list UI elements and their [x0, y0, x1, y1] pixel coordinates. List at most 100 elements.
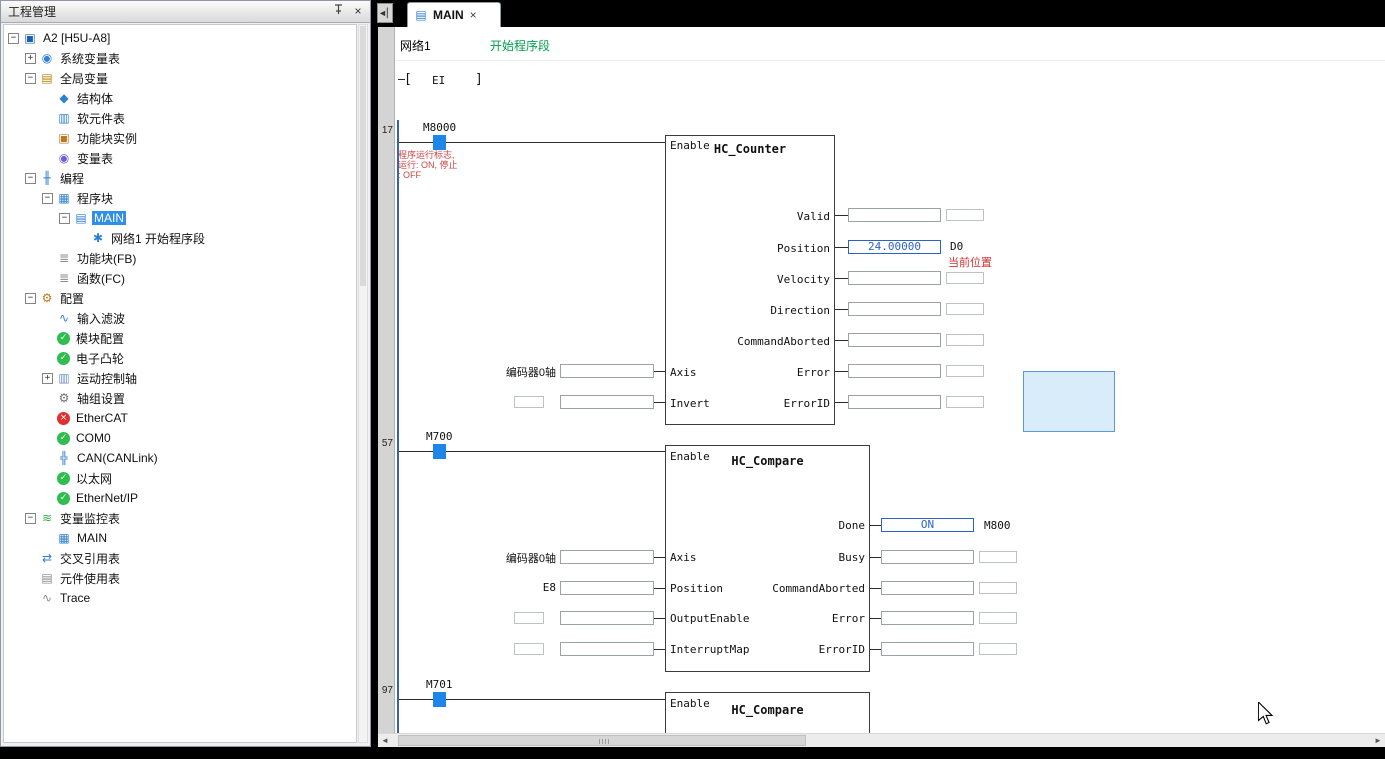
tree-item-label[interactable]: 变量表 — [75, 150, 115, 167]
tree-item-label[interactable]: 模块配置 — [74, 330, 126, 347]
hc-compare-block-2[interactable]: HC_Compare Enable — [665, 692, 870, 733]
ei-instruction[interactable]: EI — [432, 74, 445, 87]
position-operand[interactable]: E8 — [478, 581, 556, 594]
tree-item[interactable]: ×EtherCAT — [4, 408, 356, 428]
tree-item[interactable]: ▣功能块实例 — [4, 128, 356, 148]
axis-input-box[interactable] — [560, 550, 654, 564]
contact-m8000[interactable] — [433, 135, 446, 150]
tree-item-label[interactable]: COM0 — [74, 431, 113, 445]
collapse-expander-icon[interactable]: − — [25, 173, 36, 184]
axis-operand[interactable]: 编码器0轴 — [478, 364, 556, 380]
contact-m701[interactable] — [433, 692, 446, 707]
tree-item-label[interactable]: A2 [H5U-A8] — [41, 31, 112, 45]
tab-close-icon[interactable]: × — [470, 8, 477, 22]
position-input-box[interactable] — [560, 581, 654, 595]
tree-item-label[interactable]: CAN(CANLink) — [75, 451, 160, 465]
tree-item[interactable]: ⇄交叉引用表 — [4, 548, 356, 568]
network-comment[interactable]: 开始程序段 — [490, 37, 550, 54]
horizontal-scrollbar[interactable]: ◄ ► — [378, 733, 1385, 747]
tree-item-label[interactable]: 变量监控表 — [58, 510, 122, 527]
tab-label[interactable]: MAIN — [433, 8, 464, 22]
outputenable-operand-box[interactable] — [514, 612, 544, 624]
selection-box[interactable] — [1023, 371, 1115, 432]
invert-input-box[interactable] — [560, 395, 654, 409]
expand-expander-icon[interactable]: + — [25, 53, 36, 64]
tree-item[interactable]: ╬CAN(CANLink) — [4, 448, 356, 468]
tree-item[interactable]: −≋变量监控表 — [4, 508, 356, 528]
tree-item[interactable]: −▦程序块 — [4, 188, 356, 208]
errorid-value-box[interactable] — [848, 395, 941, 409]
valid-value-box[interactable] — [848, 208, 941, 222]
collapse-expander-icon[interactable]: − — [25, 293, 36, 304]
errorid-operand-box[interactable] — [979, 643, 1017, 655]
tree-item[interactable]: ▥软元件表 — [4, 108, 356, 128]
velocity-operand-box[interactable] — [946, 272, 984, 284]
axis-operand[interactable]: 编码器0轴 — [478, 550, 556, 566]
tree-item-label[interactable]: EtherNet/IP — [74, 491, 140, 505]
tree-item-label[interactable]: 输入滤波 — [75, 310, 127, 327]
position-value-box[interactable]: 24.00000 — [848, 240, 941, 254]
commandaborted-operand-box[interactable] — [946, 334, 984, 346]
direction-value-box[interactable] — [848, 302, 941, 316]
tree-item[interactable]: ✱网络1 开始程序段 — [4, 228, 356, 248]
tree-item[interactable]: ✓模块配置 — [4, 328, 356, 348]
outputenable-input-box[interactable] — [560, 611, 654, 625]
tree-item-label[interactable]: 以太网 — [74, 470, 114, 487]
tree-item[interactable]: −╫编程 — [4, 168, 356, 188]
tree-item[interactable]: −▤MAIN — [4, 208, 356, 228]
error-operand-box[interactable] — [946, 365, 984, 377]
error-operand-box[interactable] — [979, 612, 1017, 624]
expand-expander-icon[interactable]: + — [42, 373, 53, 384]
tree-item[interactable]: ✓COM0 — [4, 428, 356, 448]
commandaborted-operand-box[interactable] — [979, 582, 1017, 594]
collapse-panel-button[interactable]: ◄▏ — [377, 3, 393, 23]
tree-item[interactable]: ⚙轴组设置 — [4, 388, 356, 408]
tree-item-label[interactable]: 函数(FC) — [75, 270, 127, 287]
tree-item-label[interactable]: 程序块 — [75, 190, 115, 207]
collapse-expander-icon[interactable]: − — [25, 513, 36, 524]
collapse-expander-icon[interactable]: − — [42, 193, 53, 204]
contact-operand[interactable]: M8000 — [423, 121, 456, 134]
tree-item-label[interactable]: MAIN — [75, 531, 109, 545]
tree-item-label[interactable]: Trace — [58, 591, 92, 605]
tree-item-label[interactable]: 元件使用表 — [58, 570, 122, 587]
tree-item-label[interactable]: 轴组设置 — [75, 390, 127, 407]
tree-item[interactable]: ✓EtherNet/IP — [4, 488, 356, 508]
tree-item[interactable]: ▦MAIN — [4, 528, 356, 548]
tree-item-label[interactable]: 网络1 开始程序段 — [109, 230, 207, 247]
tab-main[interactable]: ▤ MAIN × — [407, 2, 501, 27]
tree-item[interactable]: −▤全局变量 — [4, 68, 356, 88]
tree-item[interactable]: +▥运动控制轴 — [4, 368, 356, 388]
done-operand[interactable]: M800 — [984, 519, 1011, 532]
commandaborted-value-box[interactable] — [881, 581, 974, 595]
errorid-value-box[interactable] — [881, 642, 974, 656]
tree-item[interactable]: ∿Trace — [4, 588, 356, 608]
tree-item[interactable]: ✓以太网 — [4, 468, 356, 488]
tree-item[interactable]: ≣功能块(FB) — [4, 248, 356, 268]
tree-item-label[interactable]: 软元件表 — [75, 110, 127, 127]
interruptmap-operand-box[interactable] — [514, 643, 544, 655]
axis-input-box[interactable] — [560, 364, 654, 378]
busy-operand-box[interactable] — [979, 551, 1017, 563]
tree-item[interactable]: ✓电子凸轮 — [4, 348, 356, 368]
errorid-operand-box[interactable] — [946, 396, 984, 408]
tree-item[interactable]: ◆结构体 — [4, 88, 356, 108]
busy-value-box[interactable] — [881, 550, 974, 564]
tree-item-label[interactable]: 结构体 — [75, 90, 115, 107]
tree-item-label[interactable]: 功能块实例 — [75, 130, 139, 147]
tree-item-label[interactable]: 电子凸轮 — [74, 350, 126, 367]
tree-item-label[interactable]: 全局变量 — [58, 70, 110, 87]
interruptmap-input-box[interactable] — [560, 642, 654, 656]
collapse-expander-icon[interactable]: − — [59, 213, 70, 224]
tree-item[interactable]: −▣A2 [H5U-A8] — [4, 28, 356, 48]
tree-item[interactable]: ∿输入滤波 — [4, 308, 356, 328]
tree-scrollbar[interactable] — [358, 24, 368, 743]
tree-item-label[interactable]: 编程 — [58, 170, 86, 187]
tree-item-label[interactable]: 功能块(FB) — [75, 250, 138, 267]
tree-item-label[interactable]: 交叉引用表 — [58, 550, 122, 567]
valid-operand-box[interactable] — [946, 209, 984, 221]
close-icon[interactable]: × — [350, 4, 366, 20]
velocity-value-box[interactable] — [848, 271, 941, 285]
done-value-box[interactable]: ON — [881, 518, 974, 532]
scrollbar-thumb[interactable] — [398, 735, 806, 746]
